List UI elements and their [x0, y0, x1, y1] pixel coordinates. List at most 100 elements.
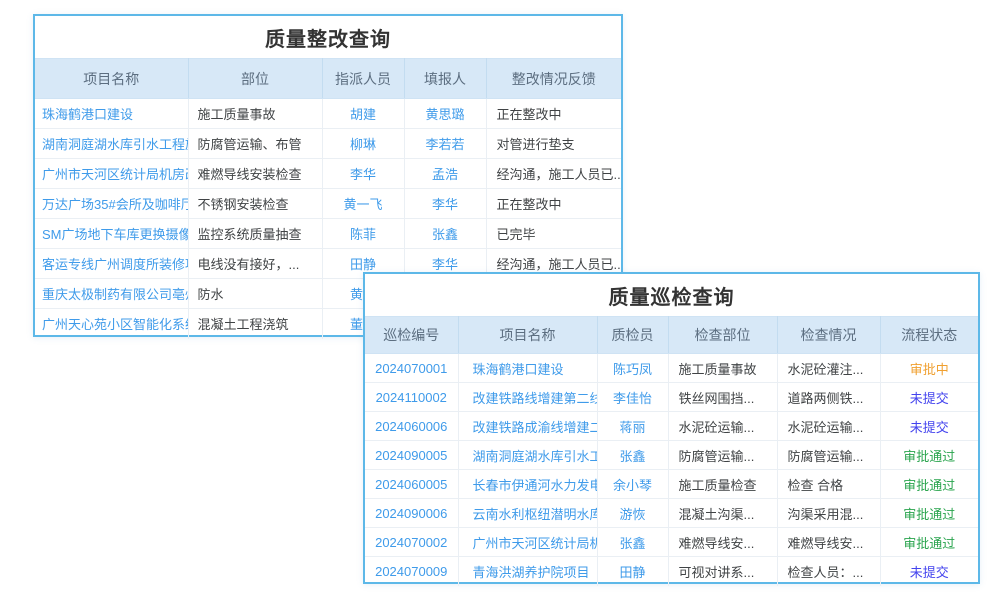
check-part-cell: 施工质量事故: [668, 354, 777, 383]
table-row: SM广场地下车库更换摄像机 监控系统质量抽查 陈菲 张鑫 已完毕: [35, 219, 621, 249]
rectify-header-row: 项目名称 部位 指派人员 填报人 整改情况反馈: [35, 59, 621, 99]
inspector-link[interactable]: 游恢: [597, 499, 668, 528]
column-header-reporter: 填报人: [404, 59, 486, 99]
part-cell: 难燃导线安装检查: [188, 159, 322, 189]
check-part-cell: 防腐管运输...: [668, 441, 777, 470]
inspection-no-link[interactable]: 2024110002: [365, 383, 458, 412]
table-row: 湖南洞庭湖水库引水工程施工 防腐管运输、布管 柳琳 李若若 对管进行垫支: [35, 129, 621, 159]
project-name-link[interactable]: 珠海鹤港口建设: [35, 99, 188, 129]
project-name-link[interactable]: SM广场地下车库更换摄像机: [35, 219, 188, 249]
project-name-link[interactable]: 青海洪湖养护院项目: [458, 557, 597, 586]
reporter-link[interactable]: 李若若: [404, 129, 486, 159]
assignee-link[interactable]: 胡建: [322, 99, 404, 129]
inspection-panel-title: 质量巡检查询: [365, 274, 978, 316]
inspection-no-link[interactable]: 2024070001: [365, 354, 458, 383]
inspection-no-link[interactable]: 2024070002: [365, 528, 458, 557]
status-badge: 审批通过: [880, 470, 978, 499]
column-header-inspector: 质检员: [597, 317, 668, 354]
feedback-cell: 对管进行垫支: [486, 129, 621, 159]
table-row: 2024070002 广州市天河区统计局机房 张鑫 难燃导线安... 难燃导线安…: [365, 528, 978, 557]
part-cell: 电线没有接好，...: [188, 249, 322, 279]
check-situation-cell: 沟渠采用混...: [777, 499, 880, 528]
reporter-link[interactable]: 张鑫: [404, 219, 486, 249]
feedback-cell: 正在整改中: [486, 99, 621, 129]
project-name-link[interactable]: 湖南洞庭湖水库引水工程: [458, 441, 597, 470]
status-badge: 未提交: [880, 557, 978, 586]
check-situation-cell: 水泥砼灌注...: [777, 354, 880, 383]
inspector-link[interactable]: 余小琴: [597, 470, 668, 499]
feedback-cell: 经沟通，施工人员已...: [486, 159, 621, 189]
check-situation-cell: 检查人员：...: [777, 557, 880, 586]
inspection-no-link[interactable]: 2024090006: [365, 499, 458, 528]
inspector-link[interactable]: 张鑫: [597, 528, 668, 557]
project-name-link[interactable]: 湖南洞庭湖水库引水工程施工: [35, 129, 188, 159]
rectify-panel-title: 质量整改查询: [35, 16, 621, 58]
check-part-cell: 可视对讲系...: [668, 557, 777, 586]
status-badge: 未提交: [880, 412, 978, 441]
column-header-project-name: 项目名称: [458, 317, 597, 354]
part-cell: 防腐管运输、布管: [188, 129, 322, 159]
check-part-cell: 混凝土沟渠...: [668, 499, 777, 528]
check-situation-cell: 难燃导线安...: [777, 528, 880, 557]
table-row: 2024060006 改建铁路成渝线增建二线 蒋丽 水泥砼运输... 水泥砼运输…: [365, 412, 978, 441]
assignee-link[interactable]: 陈菲: [322, 219, 404, 249]
inspection-no-link[interactable]: 2024090005: [365, 441, 458, 470]
project-name-link[interactable]: 改建铁路线增建第二线: [458, 383, 597, 412]
project-name-link[interactable]: 万达广场35#会所及咖啡厅外装: [35, 189, 188, 219]
project-name-link[interactable]: 广州市天河区统计局机房: [458, 528, 597, 557]
inspection-table: 巡检编号 项目名称 质检员 检查部位 检查情况 流程状态 2024070001 …: [365, 316, 978, 586]
inspector-link[interactable]: 田静: [597, 557, 668, 586]
part-cell: 施工质量事故: [188, 99, 322, 129]
project-name-link[interactable]: 珠海鹤港口建设: [458, 354, 597, 383]
inspection-no-link[interactable]: 2024060005: [365, 470, 458, 499]
table-row: 2024110002 改建铁路线增建第二线 李佳怡 铁丝网围挡... 道路两侧铁…: [365, 383, 978, 412]
assignee-link[interactable]: 黄一飞: [322, 189, 404, 219]
inspector-link[interactable]: 张鑫: [597, 441, 668, 470]
inspector-link[interactable]: 陈巧凤: [597, 354, 668, 383]
assignee-link[interactable]: 柳琳: [322, 129, 404, 159]
feedback-cell: 正在整改中: [486, 189, 621, 219]
inspector-link[interactable]: 蒋丽: [597, 412, 668, 441]
inspector-link[interactable]: 李佳怡: [597, 383, 668, 412]
check-part-cell: 施工质量检查: [668, 470, 777, 499]
project-name-link[interactable]: 改建铁路成渝线增建二线: [458, 412, 597, 441]
check-part-cell: 难燃导线安...: [668, 528, 777, 557]
part-cell: 防水: [188, 279, 322, 309]
table-row: 2024070001 珠海鹤港口建设 陈巧凤 施工质量事故 水泥砼灌注... 审…: [365, 354, 978, 383]
inspection-no-link[interactable]: 2024060006: [365, 412, 458, 441]
inspection-no-link[interactable]: 2024070009: [365, 557, 458, 586]
project-name-link[interactable]: 客运专线广州调度所装修项目: [35, 249, 188, 279]
reporter-link[interactable]: 黄思璐: [404, 99, 486, 129]
project-name-link[interactable]: 长春市伊通河水力发电站: [458, 470, 597, 499]
column-header-check-situation: 检查情况: [777, 317, 880, 354]
feedback-cell: 已完毕: [486, 219, 621, 249]
table-row: 万达广场35#会所及咖啡厅外装 不锈钢安装检查 黄一飞 李华 正在整改中: [35, 189, 621, 219]
status-badge: 审批中: [880, 354, 978, 383]
column-header-flow-status: 流程状态: [880, 317, 978, 354]
table-row: 2024090005 湖南洞庭湖水库引水工程 张鑫 防腐管运输... 防腐管运输…: [365, 441, 978, 470]
part-cell: 混凝土工程浇筑: [188, 309, 322, 339]
column-header-check-part: 检查部位: [668, 317, 777, 354]
status-badge: 审批通过: [880, 499, 978, 528]
status-badge: 审批通过: [880, 441, 978, 470]
project-name-link[interactable]: 云南水利枢纽潜明水库: [458, 499, 597, 528]
assignee-link[interactable]: 李华: [322, 159, 404, 189]
inspection-header-row: 巡检编号 项目名称 质检员 检查部位 检查情况 流程状态: [365, 317, 978, 354]
reporter-link[interactable]: 李华: [404, 189, 486, 219]
table-row: 珠海鹤港口建设 施工质量事故 胡建 黄思璐 正在整改中: [35, 99, 621, 129]
project-name-link[interactable]: 广州市天河区统计局机房改造: [35, 159, 188, 189]
column-header-assignee: 指派人员: [322, 59, 404, 99]
part-cell: 监控系统质量抽查: [188, 219, 322, 249]
inspection-query-window: 质量巡检查询 巡检编号 项目名称 质检员 检查部位 检查情况 流程状态 2024…: [363, 272, 980, 584]
column-header-feedback: 整改情况反馈: [486, 59, 621, 99]
column-header-inspection-no: 巡检编号: [365, 317, 458, 354]
project-name-link[interactable]: 广州天心苑小区智能化系统: [35, 309, 188, 339]
check-part-cell: 水泥砼运输...: [668, 412, 777, 441]
column-header-part: 部位: [188, 59, 322, 99]
check-part-cell: 铁丝网围挡...: [668, 383, 777, 412]
page-background: 质量整改查询 项目名称 部位 指派人员 填报人 整改情况反馈 珠海鹤港口建设 施…: [0, 0, 1000, 600]
part-cell: 不锈钢安装检查: [188, 189, 322, 219]
reporter-link[interactable]: 孟浩: [404, 159, 486, 189]
status-badge: 未提交: [880, 383, 978, 412]
project-name-link[interactable]: 重庆太极制药有限公司亳州分: [35, 279, 188, 309]
